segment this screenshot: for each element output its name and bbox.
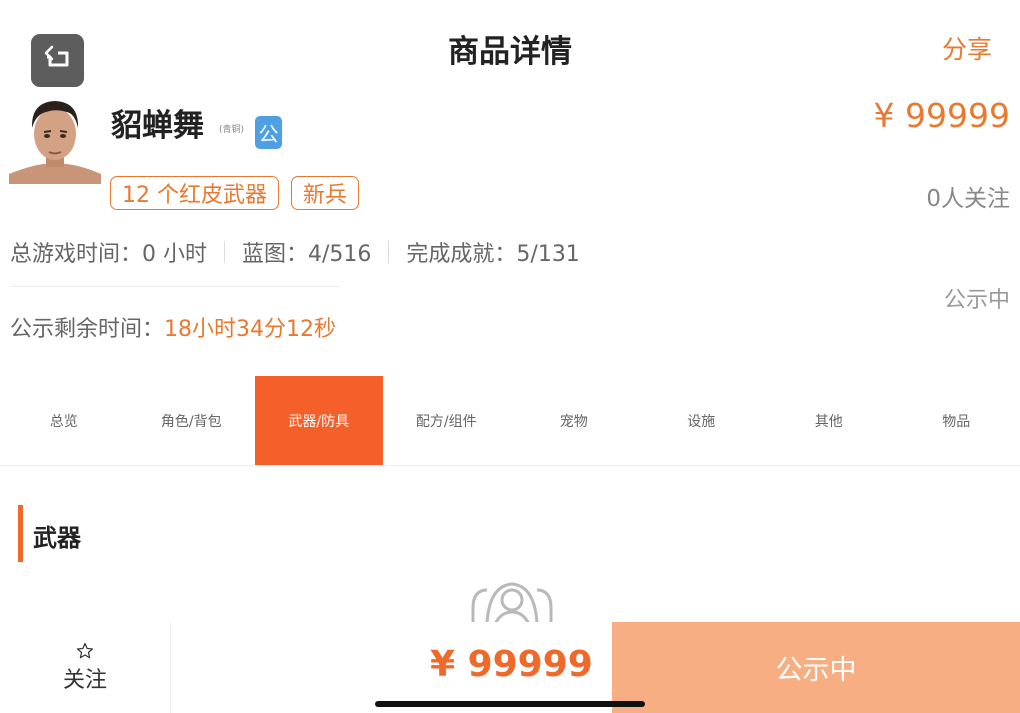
share-button[interactable]: 分享 [942,30,992,66]
empty-person-icon [467,578,559,624]
achievements-count: 完成成就：5/131 [406,242,580,267]
remaining-time: 公示剩余时间：18小时34分12秒 [10,311,336,343]
tab-bar: 总览 角色/背包 武器/防具 配方/组件 宠物 设施 其他 物品 [0,376,1020,466]
tab-recipes-components[interactable]: 配方/组件 [383,376,511,465]
price-label: ¥ 99999 [873,96,1010,135]
follow-button[interactable]: 关注 [0,622,171,713]
tag-red-weapons: 12 个红皮武器 [110,176,279,210]
tab-pets[interactable]: 宠物 [510,376,638,465]
character-name: 貂蝉舞 [111,108,204,144]
section-accent-bar [18,505,23,562]
page-title: 商品详情 [448,34,572,70]
tab-other[interactable]: 其他 [765,376,893,465]
tab-items[interactable]: 物品 [893,376,1020,465]
remaining-time-value: 18小时34分12秒 [164,317,336,342]
home-indicator [375,701,645,707]
tag-rookie: 新兵 [291,176,360,210]
tab-overview[interactable]: 总览 [0,376,128,465]
section-title: 武器 [33,524,81,552]
avatar [9,94,101,184]
public-badge: 公 [255,116,282,149]
tab-facilities[interactable]: 设施 [638,376,766,465]
bottom-price: ¥ 99999 [430,644,593,685]
follow-label: 关注 [62,667,107,693]
followers-count: 0人关注 [926,186,1010,212]
star-icon [76,642,94,658]
status-button[interactable]: 公示中 [612,622,1020,713]
tab-character-bag[interactable]: 角色/背包 [128,376,256,465]
remaining-time-label: 公示剩余时间： [10,317,165,342]
divider [10,286,340,287]
rank-label: (青铜) [219,125,245,135]
status-label: 公示中 [943,288,1010,313]
divider [224,241,225,263]
blueprints-count: 蓝图：4/516 [242,242,372,267]
stats-row: 总游戏时间：0 小时 蓝图：4/516 完成成就：5/131 [10,236,580,268]
bottom-bar: 关注 ¥ 99999 公示中 [0,622,1020,713]
divider [388,241,390,263]
play-time: 总游戏时间：0 小时 [10,242,207,267]
tab-weapons-armor[interactable]: 武器/防具 [255,376,383,465]
